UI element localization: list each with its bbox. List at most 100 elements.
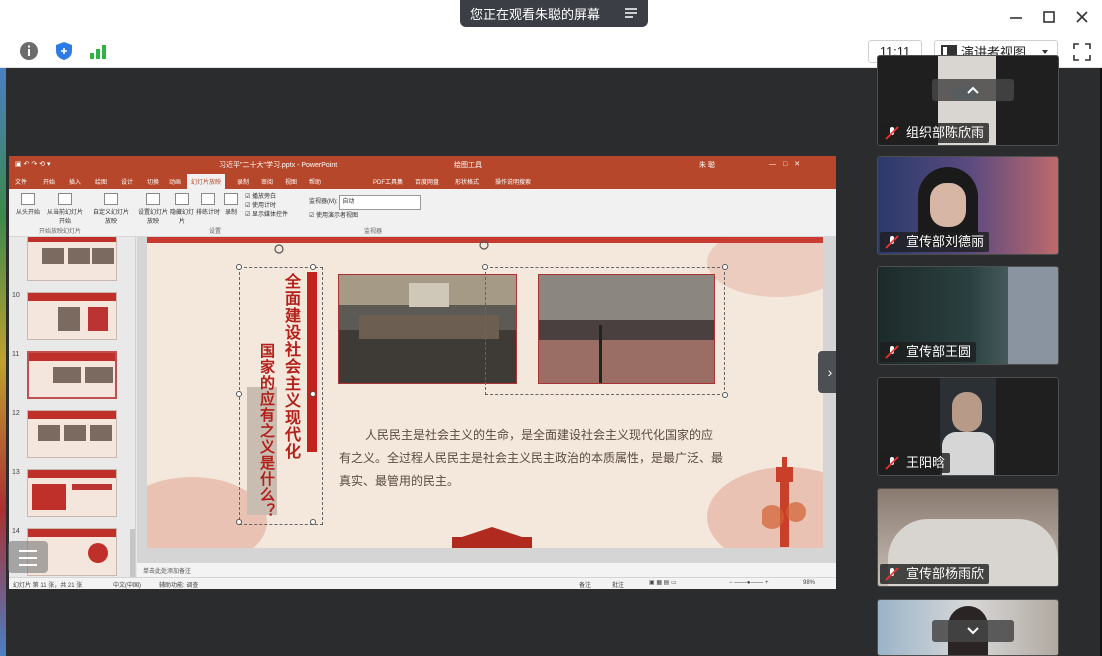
tab-review[interactable]: 审阅 [261,177,273,186]
custom-show-icon [104,193,118,205]
monument-silhouette [762,457,806,547]
ppt-title-bar: ▣ ↶ ↷ ⟲ ▾ 习近平"二十大"学习.pptx - PowerPoint 绘… [9,156,836,174]
share-banner[interactable]: 您正在观看朱聪的屏幕 [460,0,648,27]
tab-design[interactable]: 设计 [121,177,133,186]
participant-label: 宣传部刘德丽 [880,232,990,252]
from-start-button[interactable]: 从头开始 [13,193,43,216]
slide-thumbnail[interactable] [27,292,117,340]
thumbnail-scrollbar[interactable] [130,529,135,577]
comments-button[interactable]: 批注 [612,580,624,589]
rotate-handle-icon[interactable] [478,239,490,251]
rotate-handle-icon[interactable] [273,243,285,255]
slide-editor: 全面建设社会主义现代化 国家的应有之义是什么？ 人民民主是社会主义的生命，是全面… [137,237,836,563]
participant-tile[interactable]: 宣传部王圆 [877,266,1059,365]
tab-slideshow[interactable]: 幻灯片放映 [187,174,226,189]
slide-thumbnail[interactable] [27,410,117,458]
tab-baidu-netdisk[interactable]: 百度网盘 [415,177,439,186]
floating-menu-button[interactable] [8,541,48,573]
tab-pdf-tools[interactable]: PDF工具集 [373,177,403,186]
participant-face [930,183,966,227]
chevron-up-icon [967,86,979,94]
chevron-down-icon [967,627,979,635]
close-icon[interactable] [1072,7,1092,27]
tab-record[interactable]: 录制 [237,177,249,186]
resize-handle[interactable] [310,264,316,270]
resize-handle[interactable] [310,519,316,525]
scroll-up-button[interactable] [932,79,1014,101]
info-icon[interactable] [18,40,40,62]
custom-show-button[interactable]: 自定义幻灯片放映 [91,193,131,225]
tab-file[interactable]: 文件 [15,177,27,186]
quick-access-toolbar[interactable]: ▣ ↶ ↷ ⟲ ▾ [15,160,51,168]
maximize-icon[interactable] [1039,7,1059,27]
hide-slide-button[interactable]: 隐藏幻灯片 [169,193,195,225]
hide-slide-label: 隐藏幻灯片 [169,210,194,225]
slide-thumbnail[interactable] [27,469,117,517]
ribbon-tabs: 文件 开始 插入 绘图 设计 切换 动画 幻灯片放映 录制 审阅 视图 帮助 P… [9,174,836,189]
mic-muted-icon [885,567,899,581]
monitor-label: 监视器(M): [309,199,338,205]
tab-animations[interactable]: 动画 [169,177,181,186]
tab-insert[interactable]: 插入 [69,177,81,186]
slide-thumbnail[interactable] [27,237,117,281]
slide-thumbnail-pane[interactable]: 10 11 12 13 14 [9,237,136,577]
participant-name: 组织部陈欣雨 [906,125,985,140]
tab-search[interactable]: 操作说明搜索 [495,177,531,186]
ribbon: 从头开始 从当前幻灯片开始 自定义幻灯片放映 开始放映幻灯片 设置幻灯片放映 隐… [9,189,836,237]
record-label: 录制 [224,210,237,216]
resize-handle[interactable] [722,392,728,398]
zoom-level[interactable]: 98% [803,580,815,586]
signal-icon[interactable] [87,40,109,62]
menu-icon[interactable] [624,6,638,20]
shield-icon[interactable] [53,40,75,62]
group-label-setup: 设置 [209,229,222,235]
play-narrations-checkbox[interactable]: ☑ 播放旁白 [245,193,288,202]
language-indicator[interactable]: 中文(中国) [113,580,141,589]
from-current-button[interactable]: 从当前幻灯片开始 [45,193,85,225]
tab-view[interactable]: 视图 [285,177,297,186]
mic-muted-icon [885,126,899,140]
resize-handle[interactable] [236,264,242,270]
tab-home[interactable]: 开始 [43,177,55,186]
show-media-checkbox[interactable]: ☑ 显示媒体控件 [245,211,288,220]
slide-thumbnail-current[interactable] [27,351,117,399]
window-controls[interactable]: — □ ✕ [769,159,800,169]
rehearse-button[interactable]: 排练计时 [195,193,221,216]
participant-background [1008,267,1058,364]
scroll-down-button[interactable] [932,620,1014,642]
resize-handle[interactable] [236,519,242,525]
accessibility-status[interactable]: 辅助功能: 调查 [159,580,198,589]
use-timings-checkbox[interactable]: ☑ 使用计时 [245,202,288,211]
participant-tile[interactable]: 王阳晗 [877,377,1059,476]
play-narrations-label: 播放旁白 [252,194,277,200]
tab-help[interactable]: 帮助 [309,177,321,186]
monitor-options: 监视器(M): 自动 ☑ 使用演示者视图 [309,195,422,223]
fullscreen-icon[interactable] [1071,41,1093,63]
monitor-select[interactable]: 自动 [339,195,422,210]
record-button[interactable]: 录制 [221,193,241,216]
minimize-icon[interactable] [1006,7,1026,27]
mic-muted-icon [885,456,899,470]
presenter-view-checkbox[interactable]: ☑ 使用演示者视图 [309,210,421,223]
slide-counter: 幻灯片 第 11 张，共 21 张 [13,583,83,589]
ppt-status-bar: 幻灯片 第 11 张，共 21 张 中文(中国) 辅助功能: 调查 备注 批注 … [9,577,836,589]
resize-handle[interactable] [722,264,728,270]
notes-button[interactable]: 备注 [579,580,591,589]
tab-transitions[interactable]: 切换 [147,177,159,186]
tab-shape-format[interactable]: 形状格式 [455,177,479,186]
view-buttons[interactable]: ▣ ▦ ▤ ▭ [649,579,677,586]
zoom-slider[interactable]: − ───●─── + [729,580,768,586]
slide-body-text[interactable]: 人民民主是社会主义的生命，是全面建设社会主义现代化国家的应有之义。全过程人民民主… [339,424,724,493]
from-current-label: 从当前幻灯片开始 [46,210,83,225]
setup-show-button[interactable]: 设置幻灯片放映 [137,193,169,225]
participant-tile[interactable]: 宣传部杨雨欣 [877,488,1059,587]
group-label-start: 开始放映幻灯片 [39,229,82,235]
notes-pane[interactable]: 单击此处添加备注 [137,563,836,577]
resize-handle[interactable] [236,391,242,397]
setup-label: 设置幻灯片放映 [137,210,168,225]
resize-handle[interactable] [482,264,488,270]
tab-draw[interactable]: 绘图 [95,177,107,186]
participant-tile[interactable]: 宣传部刘德丽 [877,156,1059,255]
resize-handle[interactable] [310,391,316,397]
current-slide[interactable]: 全面建设社会主义现代化 国家的应有之义是什么？ 人民民主是社会主义的生命，是全面… [147,237,823,548]
